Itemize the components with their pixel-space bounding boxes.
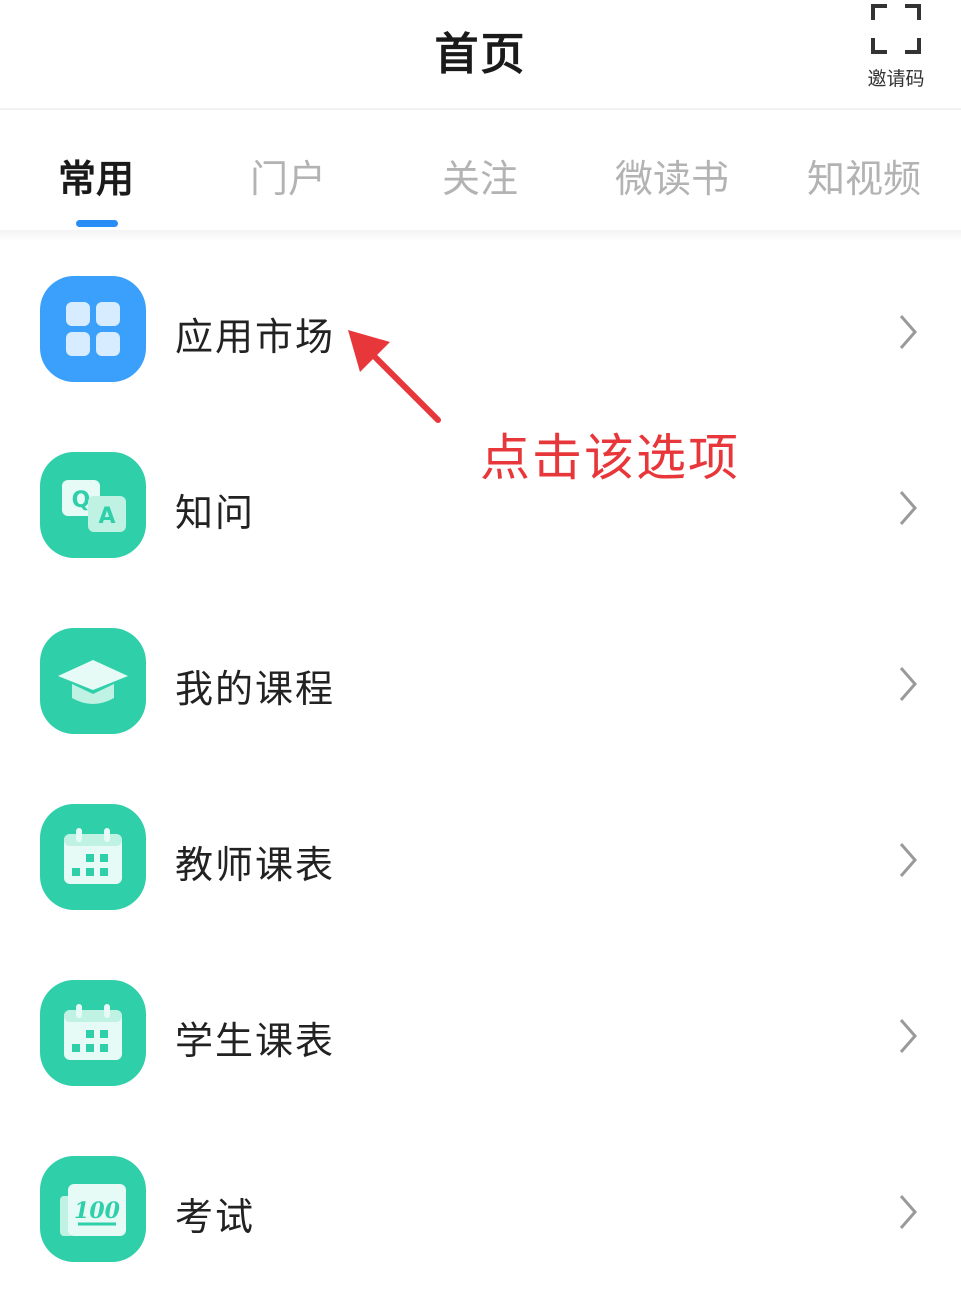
list-item-student-timetable[interactable]: 学生课表	[0, 948, 961, 1124]
list-item-teacher-timetable[interactable]: 教师课表	[0, 772, 961, 948]
chevron-right-icon	[899, 491, 917, 525]
chevron-right-icon	[899, 1019, 917, 1053]
list-item-label: 应用市场	[175, 315, 336, 359]
exam-100-icon: 100	[40, 1156, 146, 1262]
tab-follow[interactable]: 关注	[384, 148, 576, 203]
chevron-right-icon	[899, 1195, 917, 1229]
tab-micro-reading[interactable]: 微读书	[576, 148, 768, 203]
list-item-label: 我的课程	[175, 667, 336, 711]
annotation-arrow-icon	[348, 330, 441, 423]
active-tab-indicator	[76, 220, 118, 227]
tab-portal[interactable]: 门户	[192, 148, 384, 203]
list-item-exam[interactable]: 100 考试	[0, 1124, 961, 1300]
invite-code-label: 邀请码	[867, 68, 925, 90]
svg-text:Q: Q	[72, 488, 91, 513]
chevron-right-icon	[899, 315, 917, 349]
list-item-label: 知问	[175, 491, 256, 535]
tab-knowledge-video[interactable]: 知视频	[768, 148, 960, 203]
tab-bar-divider	[0, 230, 961, 242]
svg-text:A: A	[98, 504, 115, 529]
list-item-label: 考试	[175, 1195, 256, 1239]
calendar-icon	[40, 980, 146, 1086]
scan-frame-icon	[871, 4, 921, 54]
tab-common[interactable]: 常用	[0, 148, 192, 203]
invite-code-button[interactable]: 邀请码	[860, 0, 932, 100]
list-item-label: 学生课表	[175, 1019, 336, 1063]
list-item-my-courses[interactable]: 我的课程	[0, 596, 961, 772]
top-header: 首页 邀请码	[0, 0, 961, 110]
tab-bar: 常用 门户 关注 微读书 知视频	[0, 112, 961, 232]
list-item-label: 教师课表	[175, 843, 336, 887]
graduation-cap-icon	[40, 628, 146, 734]
annotation-text: 点击该选项	[480, 429, 740, 487]
calendar-icon	[40, 804, 146, 910]
qa-icon: Q A	[40, 452, 146, 558]
list-item-app-market[interactable]: 应用市场	[0, 244, 961, 420]
chevron-right-icon	[899, 667, 917, 701]
page-title: 首页	[434, 29, 527, 80]
chevron-right-icon	[899, 843, 917, 877]
app-grid-icon	[40, 276, 146, 382]
exam-score-text: 100	[74, 1198, 121, 1224]
